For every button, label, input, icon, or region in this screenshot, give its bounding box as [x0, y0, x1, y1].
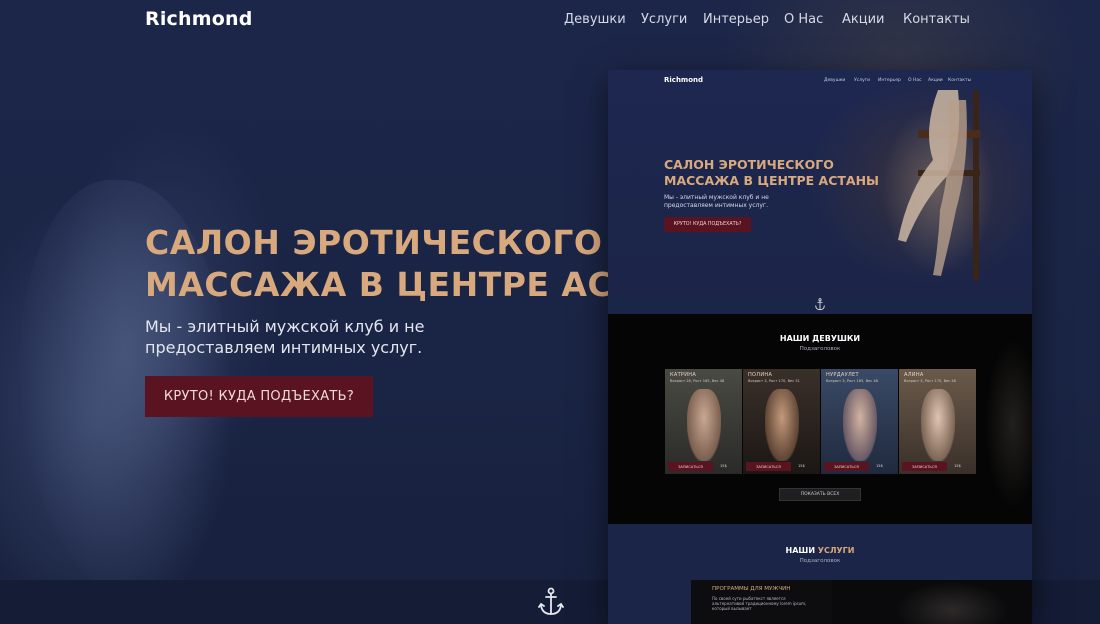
site-header: Richmond Девушки Услуги Интерьер О Нас А… — [0, 0, 1100, 40]
girl-card: АЛИНА Возраст 3, Рост 170, Вес 48 ЗАПИСА… — [899, 369, 976, 474]
nav-item-about[interactable]: О Нас — [784, 12, 823, 27]
mockup-nav-item: Контакты — [948, 78, 972, 83]
girl-price: 15$ — [798, 464, 805, 468]
girl-meta: Возраст 28, Рост 165, Вес 48 — [670, 379, 725, 383]
mockup-nav-item: О Нас — [908, 78, 922, 83]
mockup-services-subtitle: Подзаголовок — [799, 558, 841, 564]
mockup-girls-cards: КАТРИНА Возраст 28, Рост 165, Вес 48 ЗАП… — [665, 369, 976, 474]
nav-item-interior[interactable]: Интерьер — [703, 12, 769, 27]
mockup-anchor-icon — [815, 298, 825, 311]
girl-photo — [765, 389, 799, 461]
girl-name: ПОЛИНА — [748, 372, 773, 378]
girl-card: ПОЛИНА Возраст 3, Рост 170, Вес 51 ЗАПИС… — [743, 369, 820, 474]
girl-meta: Возраст 3, Рост 165, Вес 48 — [826, 379, 878, 383]
girl-book-button: ЗАПИСАТЬСЯ — [824, 462, 869, 471]
girl-price: 15$ — [954, 464, 961, 468]
mockup-services-section: НАШИ УСЛУГИ Подзаголовок ПРОГРАММЫ ДЛЯ М… — [608, 524, 1032, 624]
website-mockup-preview: Richmond Девушки Услуги Интерьер О Нас А… — [608, 70, 1032, 624]
mockup-cta-button: КРУТО! КУДА ПОДЪЕХАТЬ? — [664, 217, 751, 232]
mockup-girls-section: НАШИ ДЕВУШКИ Подзаголовок КАТРИНА Возрас… — [608, 314, 1032, 524]
mockup-program-text: По своей сути рыбатекст является альтерн… — [712, 596, 807, 611]
nav-item-girls[interactable]: Девушки — [564, 12, 626, 27]
mockup-nav-item: Интерьер — [878, 78, 901, 83]
hero-title: САЛОН ЭРОТИЧЕСКОГО МАССАЖА В ЦЕНТРЕ АСТА… — [145, 222, 610, 306]
nav-item-services[interactable]: Услуги — [641, 12, 687, 27]
nav-item-promotions[interactable]: Акции — [842, 12, 885, 27]
girl-name: НУРДАУЛЕТ — [826, 372, 859, 378]
mockup-nav-item: Девушки — [824, 78, 846, 83]
mockup-program-title: ПРОГРАММЫ ДЛЯ МУЖЧИН — [712, 586, 791, 592]
nav-item-contacts[interactable]: Контакты — [903, 12, 970, 27]
girl-photo — [921, 389, 955, 461]
girl-meta: Возраст 3, Рост 170, Вес 51 — [748, 379, 800, 383]
girl-meta: Возраст 3, Рост 170, Вес 48 — [904, 379, 956, 383]
girl-price: 15$ — [720, 464, 727, 468]
mockup-nav-item: Акции — [928, 78, 943, 83]
mockup-hero-title-line-1: САЛОН ЭРОТИЧЕСКОГО — [664, 157, 834, 172]
girl-photo — [687, 389, 721, 461]
mockup-services-title: НАШИ УСЛУГИ — [608, 546, 1032, 555]
girl-name: АЛИНА — [904, 372, 924, 378]
mockup-show-all-button: ПОКАЗАТЬ ВСЕХ — [779, 488, 861, 501]
main-nav: Девушки Услуги Интерьер О Нас Акции Конт… — [0, 12, 1100, 30]
hero-title-line-1: САЛОН ЭРОТИЧЕСКОГО — [145, 223, 603, 262]
girl-name: КАТРИНА — [670, 372, 697, 378]
mockup-hero-subtitle: Мы - элитный мужской клуб и не предостав… — [664, 194, 769, 209]
mockup-program-image — [832, 580, 1032, 624]
hero-title-line-2: МАССАЖА В ЦЕНТРЕ АСТАНЫ — [145, 265, 610, 304]
girl-card: КАТРИНА Возраст 28, Рост 165, Вес 48 ЗАП… — [665, 369, 742, 474]
hero-subtitle: Мы - элитный мужской клуб и не предостав… — [145, 317, 425, 357]
mockup-nav: Девушки Услуги Интерьер О Нас Акции Конт… — [608, 78, 1032, 86]
girl-book-button: ЗАПИСАТЬСЯ — [902, 462, 947, 471]
girl-book-button: ЗАПИСАТЬСЯ — [668, 462, 713, 471]
cta-button[interactable]: КРУТО! КУДА ПОДЪЕХАТЬ? — [145, 376, 373, 417]
girl-book-button: ЗАПИСАТЬСЯ — [746, 462, 791, 471]
girl-card: НУРДАУЛЕТ Возраст 3, Рост 165, Вес 48 ЗА… — [821, 369, 898, 474]
mockup-hero-title-line-2: МАССАЖА В ЦЕНТРЕ АСТАНЫ — [664, 173, 879, 188]
mockup-girls-title: НАШИ ДЕВУШКИ — [779, 334, 861, 343]
mockup-hero: Richmond Девушки Услуги Интерьер О Нас А… — [608, 70, 1032, 296]
mockup-services-title-part2: УСЛУГИ — [817, 546, 855, 555]
mockup-nav-item: Услуги — [854, 78, 871, 83]
mockup-girls-subtitle: Подзаголовок — [799, 346, 841, 352]
mockup-services-title-part1: НАШИ — [785, 546, 818, 555]
anchor-icon — [538, 587, 564, 615]
girl-photo — [843, 389, 877, 461]
girl-price: 15$ — [876, 464, 883, 468]
mockup-hero-title: САЛОН ЭРОТИЧЕСКОГО МАССАЖА В ЦЕНТРЕ АСТА… — [664, 157, 904, 189]
